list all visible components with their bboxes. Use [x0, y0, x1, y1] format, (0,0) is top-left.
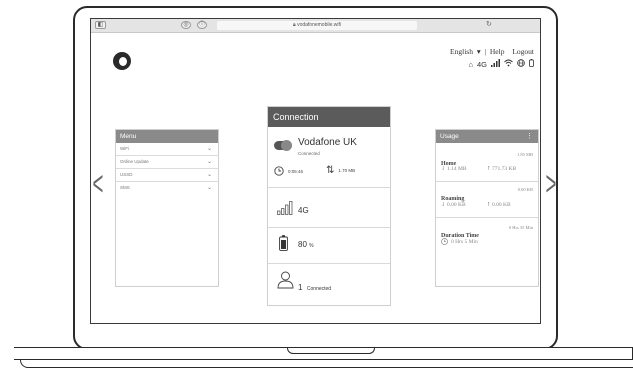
info-icon[interactable]: ⓘ: [197, 21, 207, 29]
language-label: English: [450, 47, 473, 56]
user-icon: [277, 271, 294, 294]
reload-icon[interactable]: ↻: [486, 20, 492, 28]
divider: [436, 217, 538, 218]
duration-value: 0:05:46: [288, 168, 304, 174]
signal-bars-icon: [277, 201, 294, 220]
roaming-upload: ↾ 0.00 KB: [486, 202, 511, 208]
duration-row: 0:05:46: [274, 166, 303, 176]
browser-toolbar: ◧ ◎ ⓘ 🔒︎ vodafonemobile.wifi ↻: [91, 19, 540, 33]
laptop-notch: [287, 348, 375, 354]
connection-status: Connected: [298, 151, 320, 156]
battery-icon: [529, 59, 534, 69]
menu-item-label: SMS: [120, 185, 130, 190]
battery-level: 80 %: [298, 240, 314, 249]
connection-title: Connection: [268, 107, 390, 127]
battery-unit: %: [309, 243, 314, 249]
clients-row: 1 Connected: [298, 277, 331, 295]
menu-card: Menu WiFi ⌄ Online Update ⌄ USSD ⌄ SMS ⌄: [115, 129, 219, 287]
roaming-total: 0.00 KB: [517, 187, 533, 192]
chevron-down-icon: ⌄: [206, 146, 212, 152]
status-bar: ⌂ 4G: [468, 59, 534, 69]
roaming-download: ⇃ 0.00 KB: [441, 202, 466, 208]
chevron-down-icon: ⌄: [206, 185, 212, 191]
clients-label: Connected: [306, 286, 332, 292]
url-text: vodafonemobile.wifi: [297, 22, 341, 28]
sidebar-toggle-icon[interactable]: ◧: [95, 21, 106, 29]
menu-title: Menu: [116, 130, 218, 143]
home-upload: ↾ 771.73 KB: [486, 166, 517, 172]
menu-item-ussd[interactable]: USSD ⌄: [116, 169, 218, 182]
menu-item-wifi[interactable]: WiFi ⌄: [116, 143, 218, 156]
network-type: 4G: [476, 59, 487, 69]
download-icon: ⇃: [441, 202, 446, 208]
nav-divider: |: [484, 47, 486, 56]
divider: [268, 263, 390, 264]
clients-count: 1: [298, 283, 303, 292]
clock-icon: [441, 238, 448, 245]
network-value: 4G: [298, 206, 309, 215]
duration-usage: 0 Hrs 5 Min: [441, 238, 478, 245]
logout-link[interactable]: Logout: [512, 47, 534, 56]
divider: [436, 181, 538, 182]
wifi-icon: [504, 59, 513, 69]
battery-value: 80: [298, 240, 307, 249]
connection-toggle[interactable]: [274, 140, 292, 151]
clock-icon: [274, 166, 284, 176]
battery-large-icon: [279, 235, 288, 256]
usage-card: Usage ⋮ Home 1.85 MB ⇃ 1.14 MB ↾ 771.73 …: [435, 129, 539, 287]
updown-arrows-icon: ⇅: [326, 165, 335, 176]
screen: ◧ ◎ ⓘ 🔒︎ vodafonemobile.wifi ↻ English ▾…: [90, 18, 541, 324]
download-icon: ⇃: [441, 166, 446, 172]
url-bar[interactable]: 🔒︎ vodafonemobile.wifi: [217, 21, 417, 30]
language-caret-icon: ▾: [476, 47, 481, 56]
upload-icon: ↾: [486, 166, 491, 172]
duration-total: 0 Hrs 35 Min: [508, 225, 533, 230]
share-icon[interactable]: ◎: [181, 21, 191, 29]
lock-icon: 🔒︎: [293, 22, 296, 28]
home-download: ⇃ 1.14 MB: [441, 166, 467, 172]
chevron-down-icon: ⌄: [206, 159, 212, 165]
divider: [268, 187, 390, 188]
menu-item-label: USSD: [120, 172, 133, 177]
carousel-prev-icon[interactable]: <: [92, 167, 103, 201]
duration-usage-value: 0 Hrs 5 Min: [451, 238, 478, 245]
more-icon[interactable]: ⋮: [526, 130, 533, 143]
home-icon[interactable]: ⌂: [468, 60, 473, 69]
help-link[interactable]: Help: [490, 47, 505, 56]
chevron-down-icon: ⌄: [206, 172, 212, 178]
globe-icon: [517, 59, 525, 69]
menu-item-online-update[interactable]: Online Update ⌄: [116, 156, 218, 169]
upload-icon: ↾: [486, 202, 491, 208]
connection-card: Connection Vodafone UK Connected 0:05:46…: [267, 106, 391, 306]
menu-item-label: WiFi: [120, 146, 129, 151]
signal-icon: [491, 59, 500, 69]
home-total: 1.85 MB: [516, 152, 533, 157]
provider-name: Vodafone UK: [298, 137, 357, 148]
data-row: ⇅ 1.70 MB: [326, 165, 355, 176]
menu-item-label: Online Update: [120, 159, 149, 164]
divider: [268, 227, 390, 228]
usage-title: Usage: [440, 133, 459, 140]
usage-header: Usage ⋮: [436, 130, 538, 143]
laptop-base-edge: [20, 360, 633, 368]
data-used-value: 1.70 MB: [338, 168, 356, 173]
carousel-next-icon[interactable]: >: [545, 167, 556, 201]
menu-item-sms[interactable]: SMS ⌄: [116, 182, 218, 194]
top-nav: English ▾ | Help Logout: [446, 47, 534, 56]
vodafone-logo: [113, 52, 131, 70]
language-selector[interactable]: English ▾: [448, 47, 481, 56]
